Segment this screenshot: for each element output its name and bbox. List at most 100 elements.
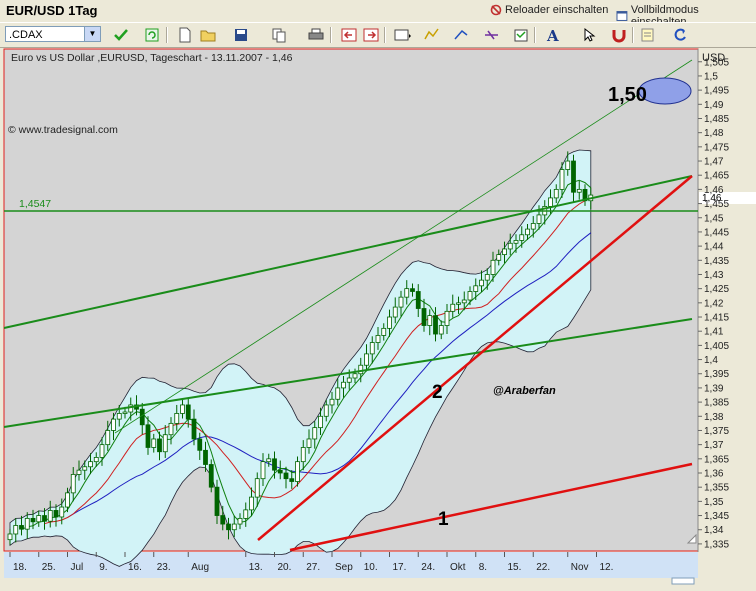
price-tick-label: 1,43 [704, 270, 724, 281]
window-layout-button[interactable] [394, 26, 412, 44]
price-tick-label: 1,445 [704, 227, 729, 238]
notes-button[interactable] [640, 26, 658, 44]
candle-body [530, 223, 536, 230]
candle-body [415, 291, 421, 309]
candle-body [145, 424, 151, 448]
chart-next-button[interactable] [362, 26, 380, 44]
studies-button[interactable] [484, 26, 502, 44]
magnet-button[interactable] [610, 26, 628, 44]
toolbar-separator [166, 27, 168, 43]
candle-body [438, 325, 444, 335]
candle-body [13, 525, 19, 535]
price-tick-label: 1,35 [704, 497, 724, 508]
toolbar-separator [384, 27, 386, 43]
candle-body [381, 327, 387, 336]
candle-body [82, 466, 88, 471]
text-tool-button[interactable]: A [544, 26, 562, 44]
toolbar-separator [534, 27, 536, 43]
open-button[interactable] [200, 26, 218, 44]
candle-body [254, 478, 260, 498]
candle-body [525, 228, 530, 236]
text-icon: A [546, 27, 559, 43]
candle-body [346, 377, 352, 383]
cursor-tool-button[interactable] [580, 26, 598, 44]
candle-body [306, 438, 312, 448]
candle-body [157, 438, 162, 453]
price-tick-label: 1,455 [704, 199, 729, 210]
refresh-icon [145, 28, 159, 42]
candle-body [312, 427, 318, 440]
time-tick-label: 27. [306, 562, 320, 573]
price-chart[interactable]: Euro vs US Dollar ,EURUSD, Tageschart - … [0, 47, 756, 591]
time-tick-label: 15. [508, 562, 522, 573]
candle-body [553, 188, 559, 199]
folder-open-icon [200, 30, 216, 42]
candle-body [375, 335, 381, 343]
price-tick-label: 1,475 [704, 142, 729, 153]
chevron-down-icon[interactable]: ▼ [84, 27, 100, 41]
candle-body [427, 315, 433, 326]
drawing-tools-button[interactable] [454, 26, 472, 44]
svg-text:A: A [546, 27, 559, 43]
symbol-select[interactable]: .CDAX ▼ [5, 26, 101, 42]
price-tick-label: 1,375 [704, 426, 729, 437]
price-tick-label: 1,425 [704, 284, 729, 295]
save-icon [235, 29, 247, 41]
price-tick-label: 1,46 [704, 185, 724, 196]
print-button[interactable] [307, 26, 325, 44]
candle-body [410, 288, 415, 292]
price-tick-label: 1,48 [704, 128, 724, 139]
target-label: 1,50 [608, 84, 647, 106]
apply-button[interactable] [112, 26, 130, 44]
candle-body [53, 510, 59, 518]
candle-body [266, 458, 272, 463]
candle-body [7, 533, 13, 541]
candle-body [473, 285, 479, 292]
candle-body [59, 506, 65, 518]
candle-body [243, 509, 249, 519]
price-tick-label: 1,47 [704, 157, 724, 168]
copy-button[interactable] [270, 26, 288, 44]
candle-body [139, 408, 145, 426]
save-button[interactable] [232, 26, 250, 44]
price-tick-label: 1,49 [704, 100, 724, 111]
reloader-toggle[interactable]: Reloader einschalten [490, 4, 608, 16]
candle-body [260, 461, 266, 480]
properties-icon [514, 29, 528, 42]
indicator-button[interactable] [424, 26, 442, 44]
arrow-left-icon [341, 28, 357, 42]
candle-body [444, 310, 450, 326]
candle-body [300, 447, 306, 463]
candle-body [24, 517, 30, 530]
price-tick-label: 1,37 [704, 440, 724, 451]
candle-body [93, 457, 99, 463]
candle-body [295, 461, 300, 482]
new-button[interactable] [176, 26, 194, 44]
copy-icon [272, 28, 286, 43]
candle-body [484, 274, 490, 281]
price-tick-label: 1,465 [704, 171, 729, 182]
time-scroll-handle[interactable] [671, 577, 695, 585]
chart-prev-button[interactable] [340, 26, 358, 44]
trendline-1-label: 1 [438, 509, 449, 530]
new-document-icon [179, 27, 191, 43]
candle-body [513, 240, 519, 244]
price-tick-label: 1,415 [704, 313, 729, 324]
candle-body [272, 458, 277, 471]
checkmark-icon [114, 29, 128, 41]
candle-body [479, 279, 484, 287]
toolbar-separator [330, 27, 332, 43]
time-tick-label: 20. [278, 562, 292, 573]
refresh-button[interactable] [143, 26, 161, 44]
price-tick-label: 1,41 [704, 327, 724, 338]
candle-body [323, 404, 329, 417]
time-tick-label: 10. [364, 562, 378, 573]
time-tick-label: 23. [157, 562, 171, 573]
candle-body [318, 415, 323, 429]
candle-body [237, 517, 243, 525]
candle-body [105, 430, 111, 446]
properties-button[interactable] [512, 26, 530, 44]
window-title: EUR/USD 1Tag [6, 3, 98, 18]
sync-button[interactable] [672, 26, 690, 44]
price-tick-label: 1,34 [704, 525, 724, 536]
